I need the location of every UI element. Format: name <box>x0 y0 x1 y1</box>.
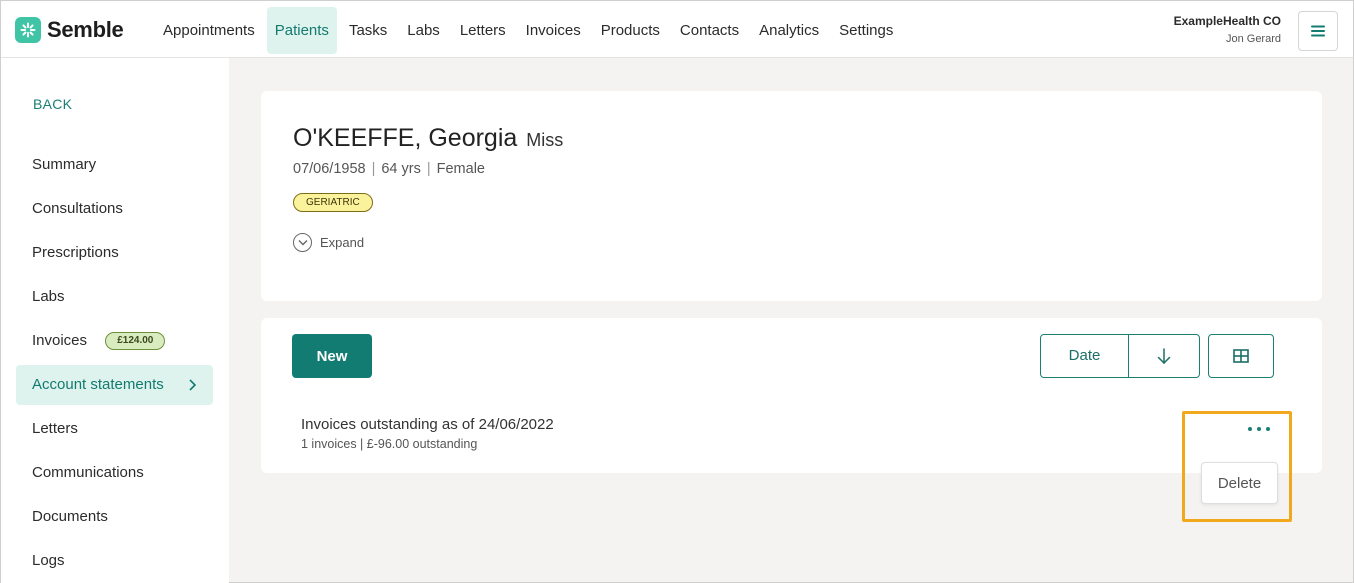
patient-sex: Female <box>436 161 485 177</box>
sidebar-item-label: Invoices <box>32 332 88 349</box>
sidebar-item-prescriptions[interactable]: Prescriptions <box>16 233 213 273</box>
nav-item-analytics[interactable]: Analytics <box>751 7 827 54</box>
sidebar-item-summary[interactable]: Summary <box>16 145 213 185</box>
back-link[interactable]: BACK <box>33 96 72 112</box>
arrow-down-icon <box>1157 348 1171 364</box>
sort-control: Date <box>1040 334 1200 378</box>
sort-direction-button[interactable] <box>1129 335 1199 377</box>
statement-title[interactable]: Invoices outstanding as of 24/06/2022 <box>301 416 554 433</box>
main-nav: Appointments Patients Tasks Labs Letters… <box>155 7 905 54</box>
sidebar-item-communications[interactable]: Communications <box>16 453 213 493</box>
nav-item-invoices[interactable]: Invoices <box>518 7 589 54</box>
sidebar-item-label: Summary <box>32 156 97 173</box>
delete-menu-item[interactable]: Delete <box>1201 462 1278 504</box>
grid-view-icon <box>1233 349 1249 363</box>
statement-summary: 1 invoices | £-96.00 outstanding <box>301 437 478 451</box>
patient-name: O'KEEFFE, Georgia <box>293 124 518 152</box>
sidebar-item-documents[interactable]: Documents <box>16 497 213 537</box>
sort-field-button[interactable]: Date <box>1041 335 1129 377</box>
patient-header-card: O'KEEFFE, Georgia Miss 07/06/1958 | 64 yrs… <box>261 91 1322 301</box>
patient-details: 07/06/1958 | 64 yrs | Female <box>293 161 485 177</box>
app-logo[interactable]: Semble <box>15 17 124 43</box>
expand-toggle[interactable]: Expand <box>293 233 364 252</box>
invoice-balance-badge: £124.00 <box>105 332 166 351</box>
sidebar-item-label: Logs <box>32 552 65 569</box>
view-toggle-button[interactable] <box>1208 334 1274 378</box>
patient-name-line: O'KEEFFE, Georgia Miss <box>293 124 563 153</box>
sidebar-item-labs[interactable]: Labs <box>16 277 213 317</box>
account-info: ExampleHealth CO Jon Gerard <box>1174 14 1281 45</box>
user-name: Jon Gerard <box>1225 33 1281 45</box>
account-statements-card: New Date Invoices outstanding as of 24/0… <box>261 318 1322 473</box>
patient-age: 64 yrs <box>381 161 421 177</box>
sidebar-item-label: Letters <box>32 420 78 437</box>
top-navigation-bar: Semble Appointments Patients Tasks Labs … <box>1 1 1353 58</box>
patient-sidebar: BACK Summary Consultations Prescriptions… <box>1 58 229 583</box>
patient-dob: 07/06/1958 <box>293 161 366 177</box>
nav-item-settings[interactable]: Settings <box>831 7 901 54</box>
sidebar-item-label: Consultations <box>32 200 123 217</box>
nav-item-letters[interactable]: Letters <box>452 7 514 54</box>
expand-label: Expand <box>320 235 365 250</box>
sidebar-item-label: Labs <box>32 288 65 305</box>
sidebar-item-invoices[interactable]: Invoices £124.00 <box>16 321 213 361</box>
nav-item-products[interactable]: Products <box>593 7 668 54</box>
new-statement-button[interactable]: New <box>292 334 372 378</box>
patient-title: Miss <box>526 130 564 150</box>
sidebar-item-label: Prescriptions <box>32 244 119 261</box>
sidebar-item-letters[interactable]: Letters <box>16 409 213 449</box>
menu-button[interactable] <box>1298 11 1338 51</box>
hamburger-icon <box>1311 25 1325 37</box>
sidebar-item-label: Documents <box>32 508 108 525</box>
nav-item-labs[interactable]: Labs <box>399 7 448 54</box>
app-name: Semble <box>47 17 124 42</box>
sidebar-item-account-statements[interactable]: Account statements <box>16 365 213 405</box>
nav-item-tasks[interactable]: Tasks <box>341 7 395 54</box>
org-name: ExampleHealth CO <box>1173 14 1281 28</box>
patient-tag: GERIATRIC <box>293 193 373 212</box>
semble-logo-icon <box>15 17 41 43</box>
chevron-down-circle-icon <box>293 233 312 252</box>
nav-item-contacts[interactable]: Contacts <box>672 7 747 54</box>
sidebar-item-consultations[interactable]: Consultations <box>16 189 213 229</box>
nav-item-patients[interactable]: Patients <box>266 7 337 54</box>
nav-item-appointments[interactable]: Appointments <box>155 7 263 54</box>
sidebar-item-label: Account statements <box>32 376 164 393</box>
sidebar-item-logs[interactable]: Logs <box>16 541 213 581</box>
sidebar-item-label: Communications <box>32 464 144 481</box>
